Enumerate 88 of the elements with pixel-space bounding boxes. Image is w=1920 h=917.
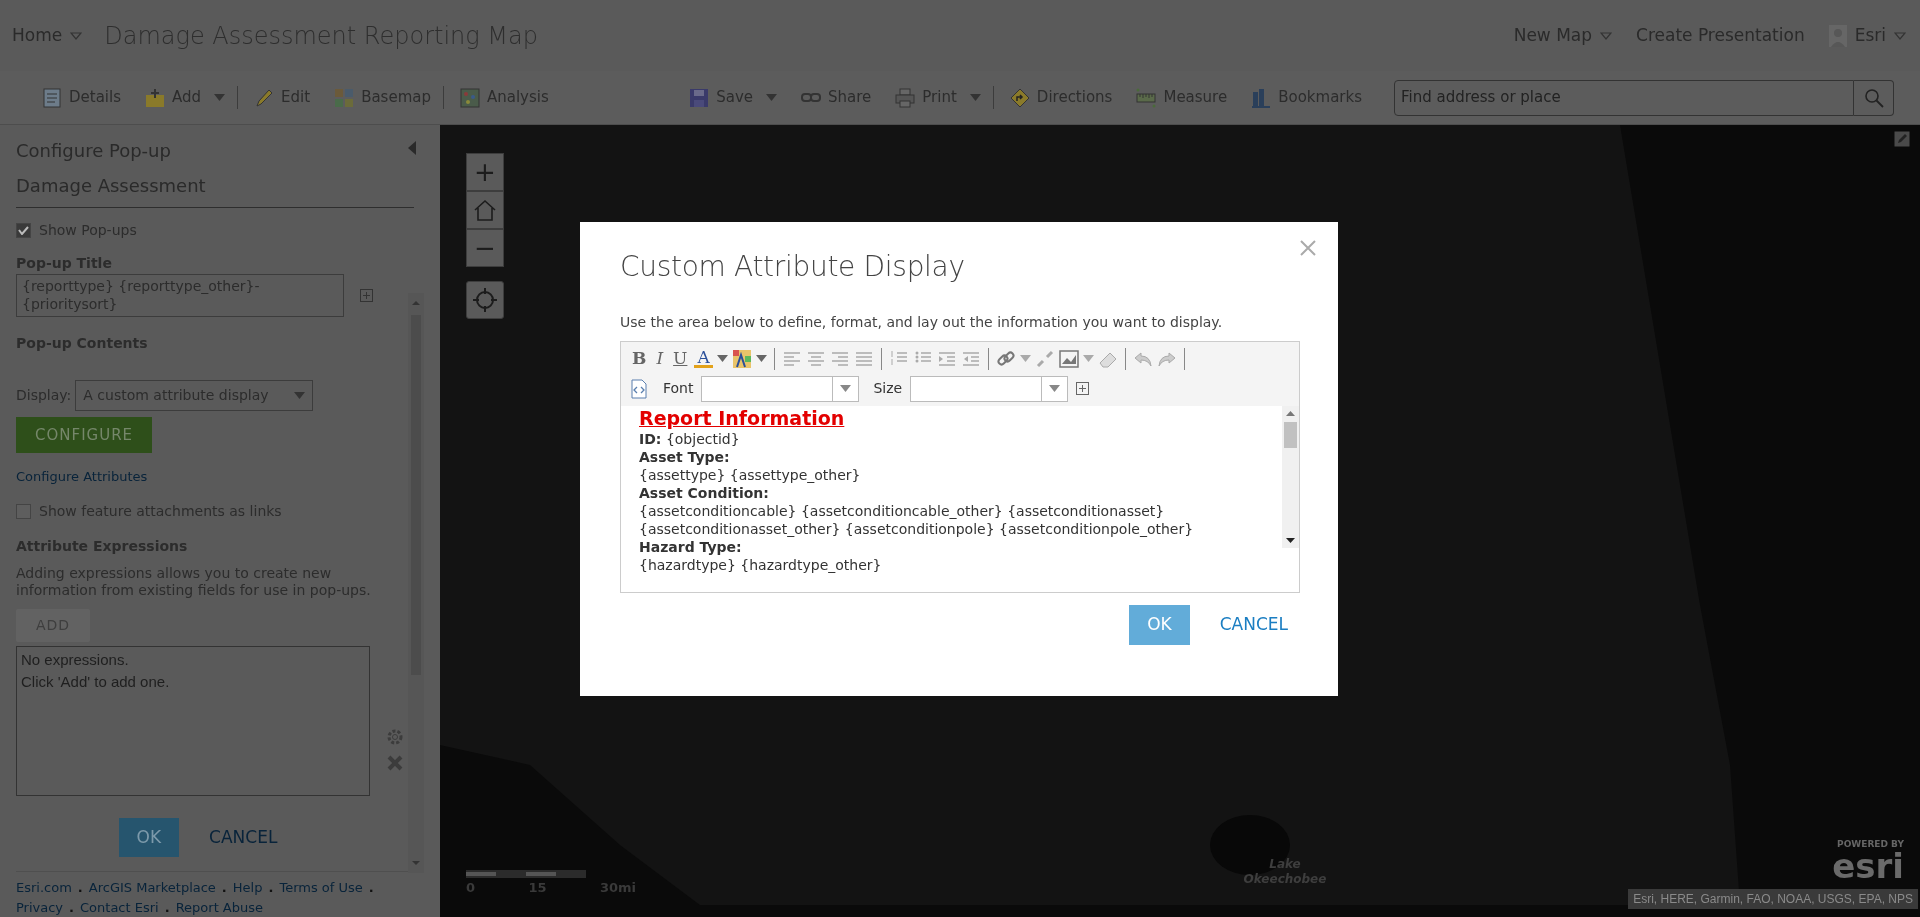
content-text: {assetconditioncable} {assetconditioncable_other} {assetconditionasset} {assetconditionasset_other} {assetconditionpole} {assetconditionpole_other} — [639, 501, 1195, 538]
caret-icon — [1019, 355, 1031, 363]
caret-icon — [969, 94, 981, 102]
caret-icon — [840, 385, 852, 392]
caret-icon — [1600, 31, 1613, 40]
printer-icon — [895, 87, 916, 108]
collapse-icon[interactable] — [408, 141, 416, 156]
broken-link-icon[interactable] — [1034, 348, 1055, 369]
footer-link[interactable]: ArcGIS Marketplace — [88, 878, 216, 898]
footer-link[interactable]: Terms of Use — [279, 878, 363, 898]
plus-icon — [145, 87, 165, 108]
footer-link[interactable]: Contact Esri — [80, 897, 159, 917]
field-label: Font — [663, 379, 694, 398]
separator-dot: . — [221, 879, 227, 897]
logo-text: esri — [1832, 851, 1904, 881]
document-icon — [42, 87, 62, 108]
check-icon — [18, 226, 29, 236]
pencil-icon — [254, 87, 275, 108]
caret-icon — [294, 391, 306, 399]
checkbox[interactable] — [16, 503, 31, 519]
dialog-title: Custom Attribute Display — [620, 249, 966, 285]
field-label: Size — [873, 379, 903, 398]
content-heading: Report Information — [639, 405, 845, 430]
home-button[interactable] — [466, 191, 504, 230]
select-field[interactable] — [910, 375, 1069, 402]
content-text: {assettype} {assettype_other} — [639, 465, 861, 484]
attribution-text: Esri, HERE, Garmin, FAO, NOAA, USGS, EPA, NPS — [1628, 889, 1918, 909]
expressions-list[interactable]: No expressions. Click 'Add' to add one. — [16, 645, 370, 796]
search-field[interactable]: Find address or place — [1394, 79, 1854, 116]
content-text: Hazard Type: — [639, 537, 742, 556]
separator-dot: . — [368, 879, 374, 897]
chart-icon — [460, 87, 480, 108]
caret-icon — [70, 31, 83, 40]
powered-by-text: POWERED BY — [1837, 837, 1904, 851]
caret-icon — [1049, 385, 1061, 392]
close-icon — [1300, 239, 1316, 256]
caret-icon — [1082, 355, 1094, 363]
plus-square-icon[interactable] — [1076, 382, 1090, 395]
zoom-in-button[interactable]: + — [466, 153, 504, 192]
caret-icon — [716, 355, 728, 363]
configure-link[interactable]: Configure Attributes — [16, 467, 148, 487]
separator-dot: . — [69, 898, 75, 917]
content-text: {hazardtype} {hazardtype_other} — [639, 555, 882, 574]
home-icon — [473, 198, 497, 223]
books-icon — [1251, 87, 1272, 108]
separator-dot: . — [164, 898, 170, 917]
scale-bar-icon — [466, 869, 586, 878]
caret-icon — [755, 355, 767, 363]
checkbox[interactable] — [16, 223, 31, 239]
content-text: Asset Condition: — [639, 483, 769, 502]
caret-icon — [214, 94, 226, 102]
road-sign-icon — [1009, 87, 1030, 108]
ok-button[interactable]: OK — [1129, 605, 1190, 645]
configure-button[interactable]: CONFIGURE — [16, 416, 153, 453]
separator-dot: . — [77, 879, 83, 897]
format-button[interactable]: B — [629, 346, 650, 372]
picture-icon[interactable] — [1058, 348, 1079, 369]
cancel-button[interactable]: CANCEL — [1213, 605, 1294, 645]
chain-link-icon[interactable] — [995, 348, 1016, 369]
format-button[interactable]: U — [670, 346, 691, 372]
ruler-icon — [1136, 87, 1157, 108]
delete-icon[interactable] — [386, 753, 404, 772]
footer-link[interactable]: Privacy — [16, 897, 64, 917]
grid-icon — [334, 87, 355, 108]
separator-dot: . — [268, 879, 274, 897]
gear-icon[interactable] — [386, 727, 404, 746]
format-button[interactable]: I — [653, 346, 667, 372]
crosshair-icon — [473, 288, 497, 313]
footer-link[interactable]: Esri.com — [16, 878, 72, 898]
footer-link[interactable]: Report Abuse — [175, 897, 264, 917]
footer-link[interactable]: Help — [232, 878, 263, 898]
content-text: Asset Type: — [639, 447, 730, 466]
zoom-out-button[interactable]: − — [466, 229, 504, 268]
caret-icon — [766, 94, 778, 102]
list-text: No expressions. — [21, 649, 130, 670]
ok-button[interactable]: OK — [118, 817, 180, 857]
list-text: Click 'Add' to add one. — [21, 672, 171, 692]
cancel-button[interactable]: CANCEL — [203, 817, 284, 857]
search-icon — [1863, 87, 1884, 108]
caret-icon — [1894, 31, 1906, 40]
locate-button[interactable] — [466, 281, 504, 320]
background-color-icon[interactable] — [731, 348, 752, 369]
format-button[interactable]: A — [694, 349, 713, 369]
dialog-description: Use the area below to define, format, and lay out the information you want to display. — [620, 313, 1224, 332]
content-text: ID: {objectid} — [639, 429, 740, 448]
select-field[interactable] — [701, 375, 860, 402]
source-code-icon[interactable] — [629, 378, 649, 399]
search-button[interactable] — [1854, 79, 1894, 116]
